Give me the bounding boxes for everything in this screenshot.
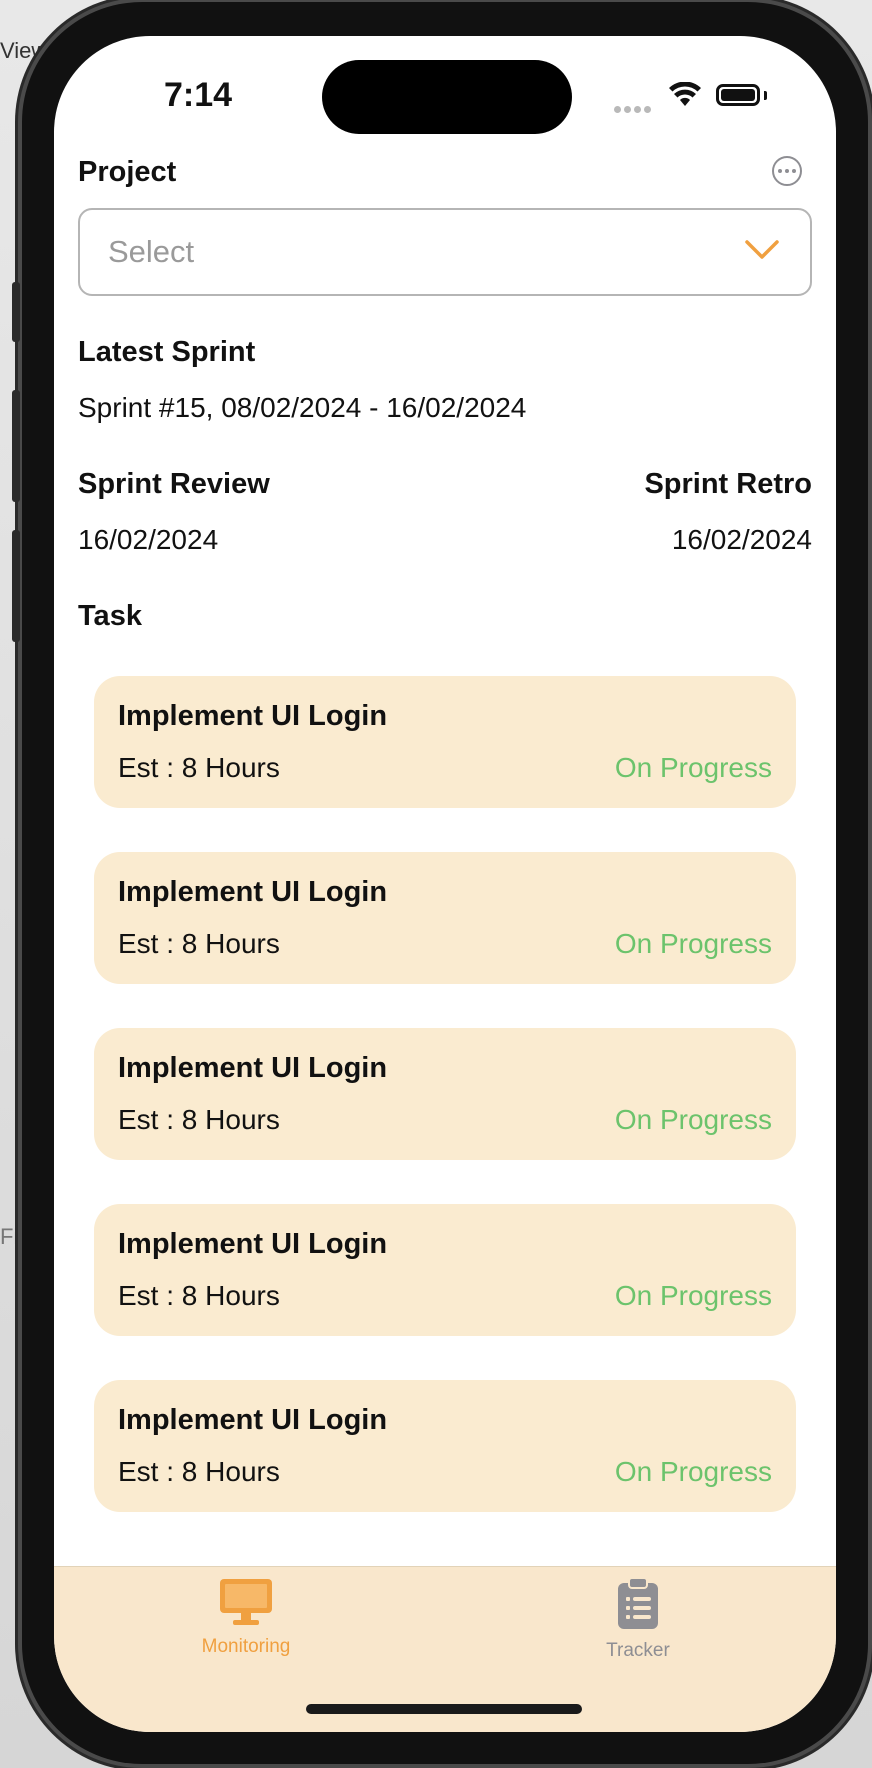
task-status: On Progress — [614, 1456, 772, 1487]
task-title: Implement UI Login — [118, 1228, 388, 1260]
volume-down-button — [12, 530, 20, 642]
volume-up-button — [12, 390, 20, 502]
cellular-signal-icon — [614, 100, 654, 118]
task-estimate: Est : 8 Hours — [118, 752, 280, 783]
tab-monitoring-label: Monitoring — [201, 1636, 291, 1657]
sprint-review-date: 16/02/2024 — [78, 524, 219, 555]
task-card[interactable]: Implement UI Login Est : 8 Hours On Prog… — [94, 852, 796, 984]
wifi-icon — [668, 81, 702, 113]
task-card[interactable]: Implement UI Login Est : 8 Hours On Prog… — [94, 1028, 796, 1160]
tab-tracker-label: Tracker — [606, 1640, 670, 1661]
sprint-review-label: Sprint Review — [78, 468, 270, 500]
phone-frame: 7:14 Project Select Latest Sprint Sprint… — [12, 2, 868, 1764]
battery-icon — [716, 84, 760, 106]
task-section-label: Task — [78, 600, 142, 632]
status-time: 7:14 — [164, 76, 233, 114]
sprint-retro-label: Sprint Retro — [644, 468, 812, 500]
project-label: Project — [78, 156, 177, 188]
monitor-icon — [218, 1579, 274, 1631]
task-estimate: Est : 8 Hours — [118, 928, 280, 959]
latest-sprint-label: Latest Sprint — [78, 336, 256, 368]
task-status: On Progress — [614, 928, 772, 959]
dynamic-island — [322, 60, 572, 134]
task-status: On Progress — [614, 1104, 772, 1135]
task-title: Implement UI Login — [118, 1052, 388, 1084]
project-select[interactable]: Select — [78, 208, 812, 296]
task-title: Implement UI Login — [118, 876, 388, 908]
task-card[interactable]: Implement UI Login Est : 8 Hours On Prog… — [94, 1204, 796, 1336]
clipboard-icon — [616, 1577, 660, 1635]
battery-tip — [764, 91, 767, 100]
select-placeholder: Select — [108, 234, 195, 269]
task-estimate: Est : 8 Hours — [118, 1104, 280, 1135]
latest-sprint-value: Sprint #15, 08/02/2024 - 16/02/2024 — [78, 392, 527, 423]
task-card[interactable]: Implement UI Login Est : 8 Hours On Prog… — [94, 676, 796, 808]
chevron-down-icon — [744, 238, 780, 267]
status-bar: 7:14 — [54, 36, 836, 156]
action-button — [12, 282, 20, 342]
app-screen: 7:14 Project Select Latest Sprint Sprint… — [54, 36, 836, 1732]
task-title: Implement UI Login — [118, 1404, 388, 1436]
tab-monitoring[interactable]: Monitoring — [146, 1577, 346, 1658]
tab-tracker[interactable]: Tracker — [538, 1577, 738, 1662]
task-card[interactable]: Implement UI Login Est : 8 Hours On Prog… — [94, 1380, 796, 1512]
more-options-icon[interactable] — [772, 156, 802, 186]
task-status: On Progress — [614, 752, 772, 783]
task-estimate: Est : 8 Hours — [118, 1456, 280, 1487]
home-indicator[interactable] — [306, 1704, 582, 1714]
sprint-retro-date: 16/02/2024 — [671, 524, 812, 555]
task-estimate: Est : 8 Hours — [118, 1280, 280, 1311]
task-status: On Progress — [614, 1280, 772, 1311]
task-title: Implement UI Login — [118, 700, 388, 732]
